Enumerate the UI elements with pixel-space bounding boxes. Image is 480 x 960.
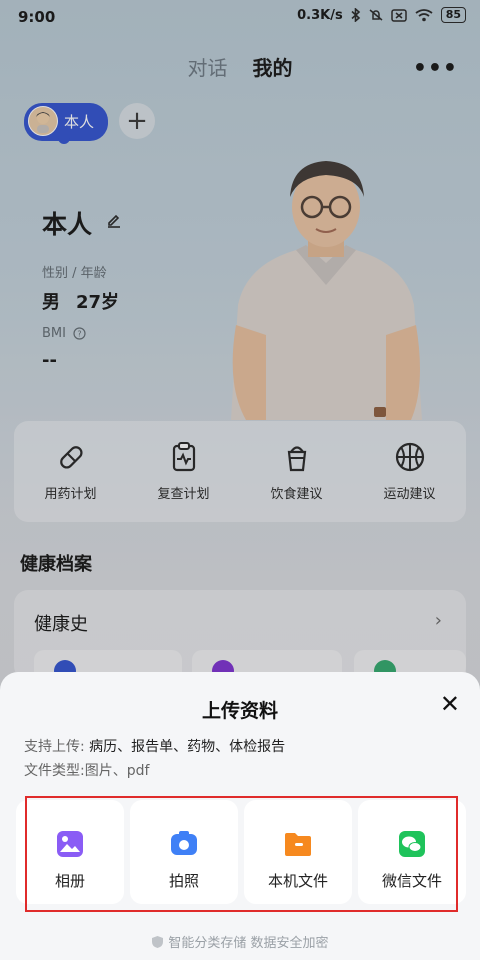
option-label: 相册 [54,872,85,890]
camera-icon [171,831,197,855]
file-type-prefix: 文件类型: [24,763,85,779]
upload-options: 相册 拍照 本机文件 微信文件 [16,800,474,908]
camera-button[interactable]: 拍照 [130,800,238,904]
upload-sheet-title: 上传资料 [201,700,278,722]
option-label: 拍照 [168,872,199,890]
file-type-items: 图片、pdf [84,763,150,779]
upload-sheet: 上传资料 ✕ 支持上传: 病历、报告单、药物、体检报告 文件类型:图片、pdf … [0,672,480,960]
option-label: 微信文件 [381,872,442,890]
wechat-file-button[interactable]: 微信文件 [358,800,466,904]
wechat-icon [399,831,425,857]
album-button[interactable]: 相册 [16,800,124,904]
shield-icon [152,936,164,948]
support-line: 支持上传: 病历、报告单、药物、体检报告 [24,736,285,756]
support-items: 病历、报告单、药物、体检报告 [89,739,286,755]
option-label: 本机文件 [267,872,328,890]
album-icon [57,831,83,857]
local-file-button[interactable]: 本机文件 [244,800,352,904]
security-footer: 智能分类存储 数据安全加密 [0,932,480,951]
folder-icon [285,833,311,856]
file-type-line: 文件类型:图片、pdf [24,760,149,780]
security-footer-text: 智能分类存储 数据安全加密 [168,936,329,951]
support-prefix: 支持上传: [24,739,85,755]
close-icon[interactable]: ✕ [440,690,460,718]
